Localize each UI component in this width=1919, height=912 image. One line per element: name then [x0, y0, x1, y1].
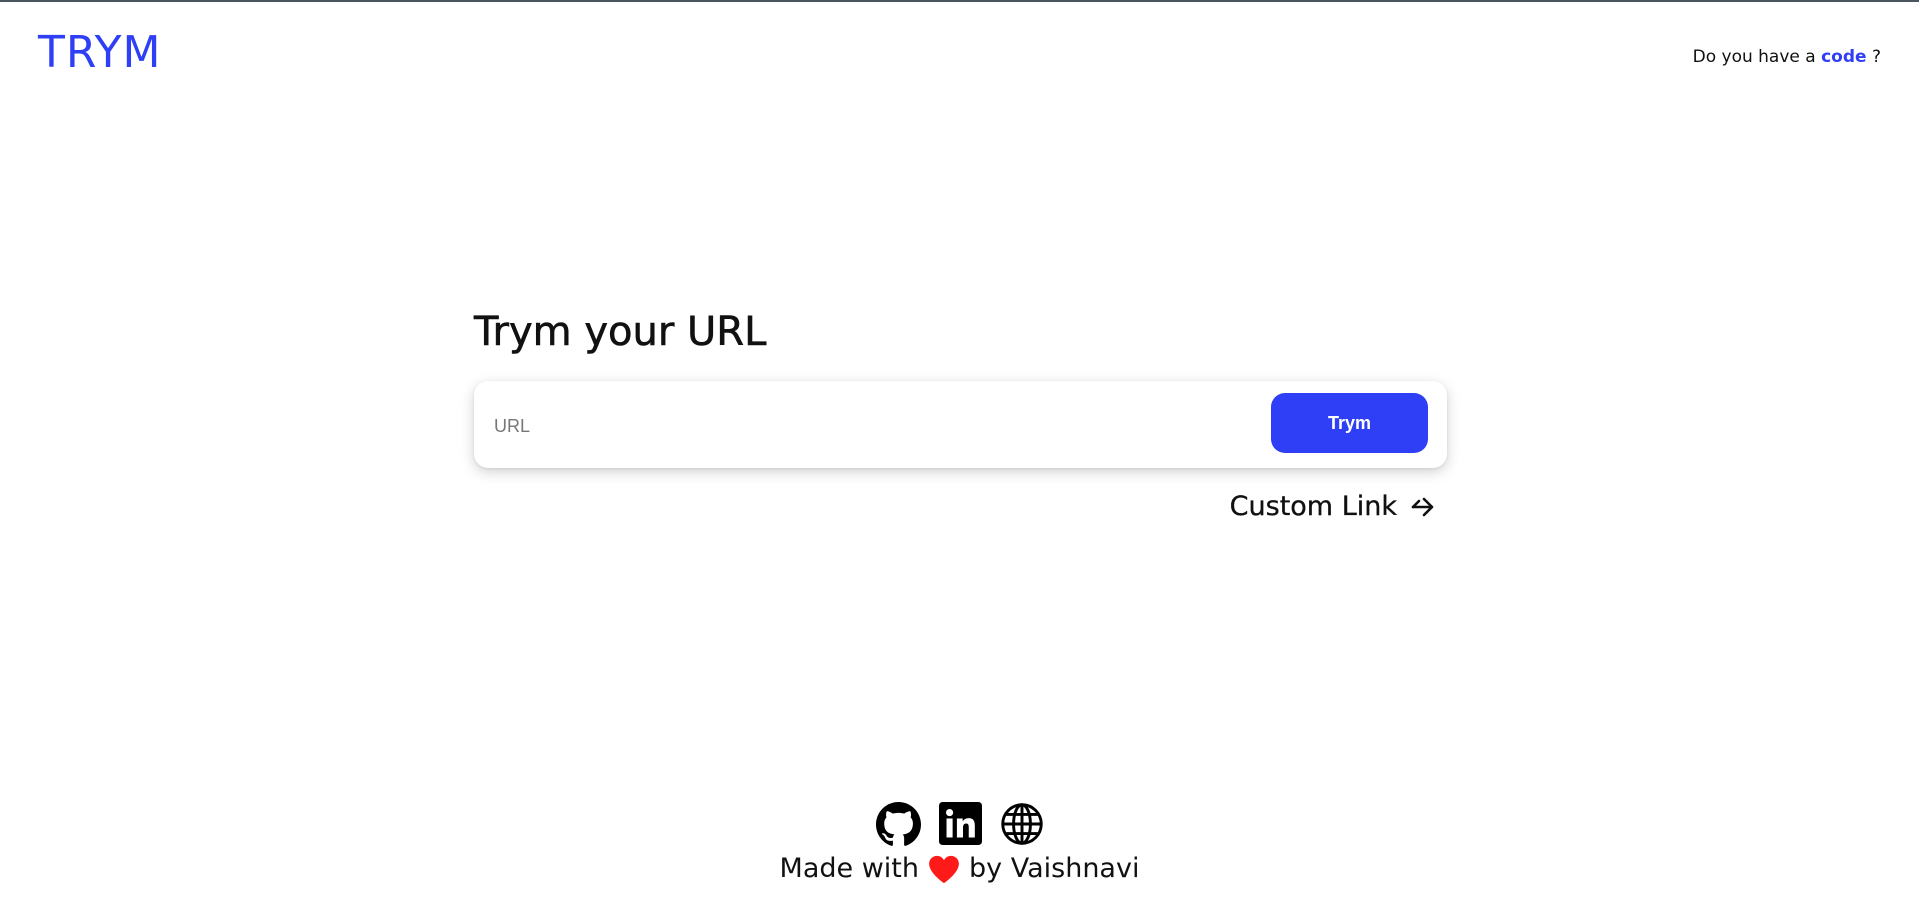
logo-link[interactable]: TRYM — [38, 28, 161, 78]
social-links — [0, 802, 1919, 847]
custom-link-button[interactable]: Custom Link — [1230, 490, 1437, 524]
made-with-suffix: by Vaishnavi — [969, 853, 1140, 884]
page-title: Trym your URL — [474, 309, 767, 356]
code-prompt-prefix: Do you have a — [1692, 47, 1816, 67]
page: TRYM Do you have a code ? Trym your URL … — [0, 0, 1919, 912]
made-with-credit: Made with by Vaishnavi — [0, 851, 1919, 887]
code-prompt: Do you have a code ? — [1693, 46, 1881, 68]
globe-icon[interactable] — [1000, 802, 1044, 847]
linkedin-icon[interactable] — [938, 802, 982, 847]
url-input[interactable] — [492, 405, 1236, 447]
code-prompt-suffix: ? — [1871, 47, 1881, 67]
trym-button[interactable]: Trym — [1271, 393, 1428, 453]
footer: Made with by Vaishnavi — [0, 802, 1919, 887]
arrow-right-icon — [1411, 496, 1437, 518]
code-link[interactable]: code — [1821, 47, 1866, 67]
github-icon[interactable] — [875, 802, 921, 847]
made-with-prefix: Made with — [779, 853, 920, 884]
url-shortener-panel: Trym your URL Trym Custom Link — [474, 302, 1447, 522]
url-form-card: Trym — [474, 381, 1447, 468]
heart-icon — [927, 854, 961, 884]
custom-link-label: Custom Link — [1229, 491, 1398, 522]
